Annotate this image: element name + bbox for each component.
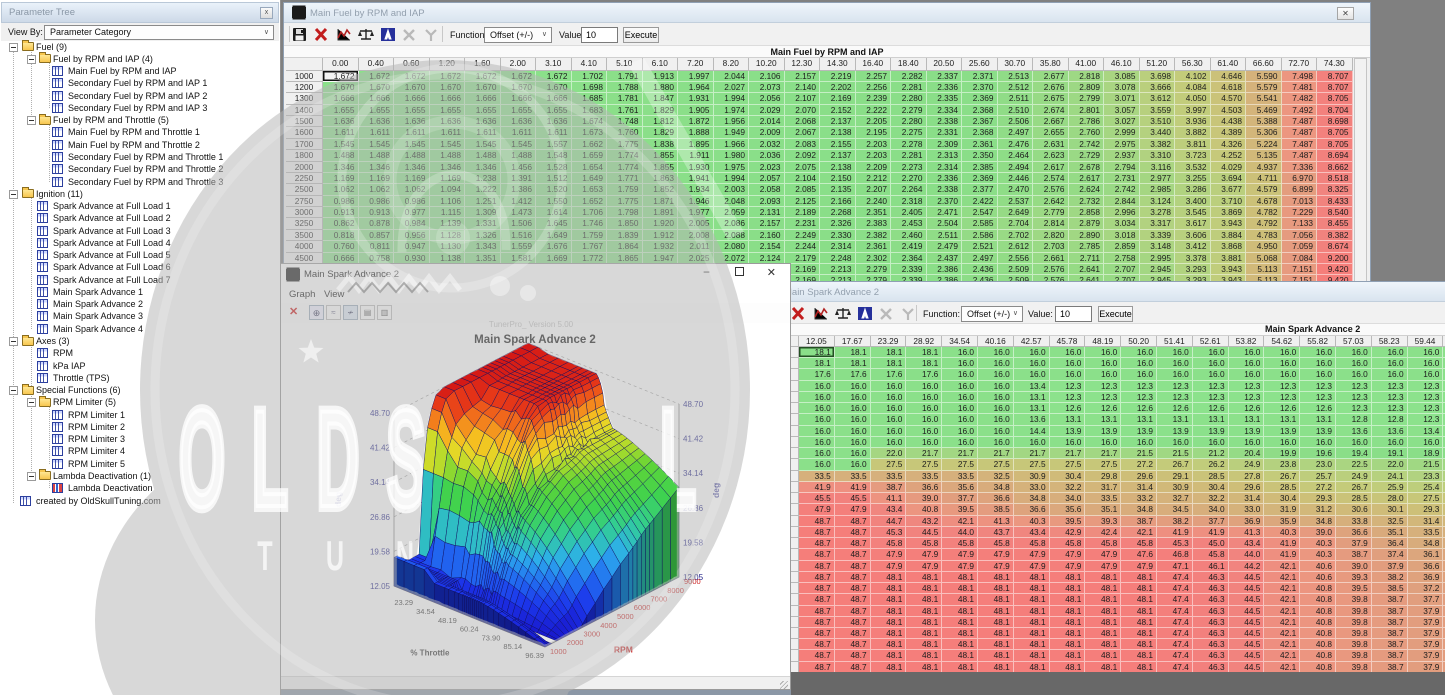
svg-text:23.29: 23.29 [394, 598, 413, 607]
svg-text:48.70: 48.70 [370, 409, 391, 418]
svg-text:41.42: 41.42 [683, 435, 704, 444]
svg-text:TunerPro_ Version 5.00: TunerPro_ Version 5.00 [489, 320, 574, 329]
svg-text:2000: 2000 [567, 638, 584, 647]
svg-text:deg: deg [711, 483, 721, 498]
svg-text:26.86: 26.86 [370, 513, 391, 522]
svg-text:34.14: 34.14 [683, 469, 704, 478]
svg-text:1000: 1000 [550, 647, 567, 656]
svg-text:12.05: 12.05 [370, 582, 391, 591]
svg-text:RPM: RPM [614, 645, 633, 655]
svg-text:73.90: 73.90 [482, 633, 501, 642]
svg-text:41.42: 41.42 [370, 444, 391, 453]
svg-text:26.86: 26.86 [683, 504, 704, 513]
svg-text:48.70: 48.70 [683, 400, 704, 409]
svg-text:96.39: 96.39 [525, 651, 544, 660]
svg-text:9000: 9000 [684, 577, 701, 586]
svg-text:deg: deg [333, 492, 343, 507]
svg-text:7000: 7000 [651, 595, 668, 604]
svg-text:% Throttle: % Throttle [410, 648, 450, 657]
svg-text:60.24: 60.24 [460, 625, 479, 634]
svg-text:34.54: 34.54 [416, 607, 435, 616]
svg-text:5000: 5000 [617, 612, 634, 621]
svg-text:34.14: 34.14 [370, 478, 391, 487]
svg-text:19.58: 19.58 [683, 538, 704, 547]
svg-text:6000: 6000 [634, 603, 651, 612]
svg-text:4000: 4000 [600, 621, 617, 630]
svg-text:85.14: 85.14 [503, 642, 522, 651]
svg-text:48.19: 48.19 [438, 616, 457, 625]
svg-text:Main Spark Advance 2: Main Spark Advance 2 [474, 334, 596, 346]
svg-text:8000: 8000 [667, 586, 684, 595]
svg-text:3000: 3000 [584, 630, 601, 639]
svg-text:19.58: 19.58 [370, 547, 391, 556]
